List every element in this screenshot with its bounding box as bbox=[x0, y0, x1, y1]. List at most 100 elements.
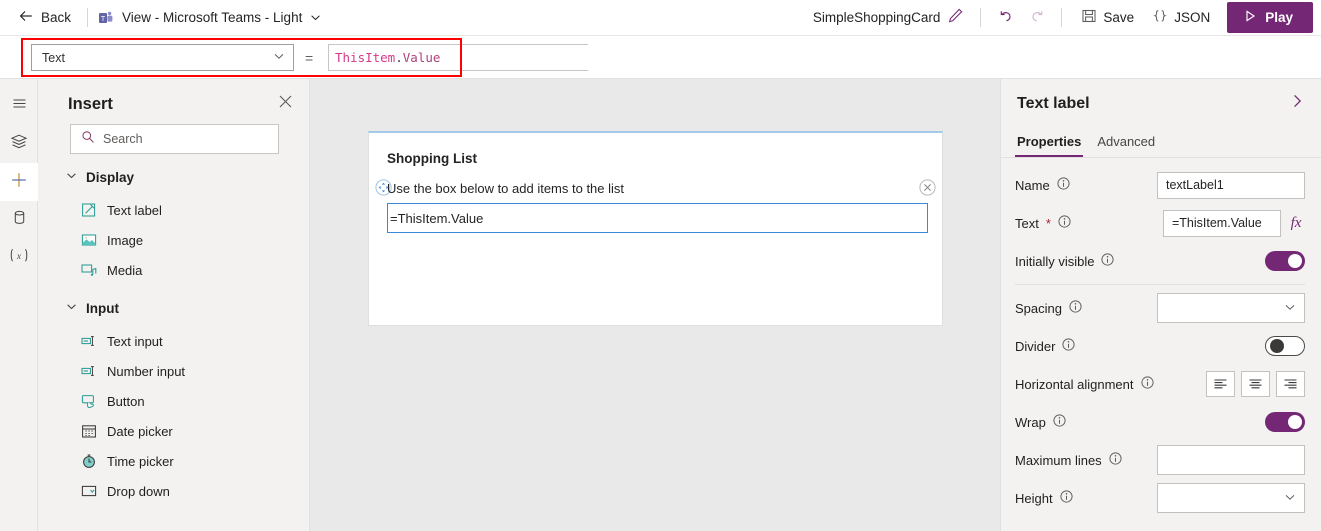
name-field[interactable]: textLabel1 bbox=[1157, 171, 1305, 199]
insert-item-text-label[interactable]: Text label bbox=[38, 195, 309, 225]
app-name: SimpleShoppingCard bbox=[812, 10, 941, 25]
property-row-maximum-lines: Maximum lines bbox=[1001, 441, 1321, 479]
insert-item-button[interactable]: Button bbox=[38, 386, 309, 416]
property-control bbox=[1265, 412, 1305, 432]
chevron-down-icon bbox=[1284, 301, 1296, 316]
close-icon[interactable] bbox=[278, 94, 293, 114]
info-circle-icon[interactable] bbox=[1140, 376, 1154, 392]
text-field[interactable]: =ThisItem.Value bbox=[1163, 209, 1281, 237]
property-label-wrap: Text * bbox=[1015, 215, 1071, 231]
rail-item-variables[interactable]: x bbox=[0, 239, 38, 277]
search-placeholder: Search bbox=[103, 132, 143, 146]
divider-toggle[interactable] bbox=[1265, 336, 1305, 356]
tab-properties[interactable]: Properties bbox=[1015, 130, 1095, 157]
spacing-dropdown[interactable] bbox=[1157, 293, 1305, 323]
property-label: Spacing bbox=[1015, 300, 1062, 316]
initially-visible-toggle[interactable] bbox=[1265, 251, 1305, 271]
rail-item-menu[interactable] bbox=[0, 87, 38, 125]
property-control bbox=[1157, 293, 1305, 323]
insert-item-media[interactable]: Media bbox=[38, 255, 309, 285]
info-circle-icon[interactable] bbox=[1057, 177, 1070, 193]
top-bar-right: SimpleShoppingCard Save JSON Play bbox=[813, 2, 1321, 33]
insert-group-label: Input bbox=[86, 300, 119, 316]
curly-braces-icon bbox=[1152, 8, 1168, 27]
rail-item-data[interactable] bbox=[0, 201, 38, 239]
chevron-down-icon bbox=[66, 168, 77, 186]
redo-button[interactable] bbox=[1021, 3, 1051, 33]
play-button[interactable]: Play bbox=[1227, 2, 1313, 33]
height-dropdown[interactable] bbox=[1157, 483, 1305, 513]
properties-list: Name textLabel1 Text * =ThisItem.Value f… bbox=[1001, 158, 1321, 517]
info-circle-icon[interactable] bbox=[1062, 338, 1076, 354]
insert-item-label: Image bbox=[107, 232, 144, 248]
app-preview-switcher[interactable]: T View - Microsoft Teams - Light bbox=[98, 10, 321, 26]
properties-panel-title: Text label bbox=[1017, 94, 1090, 112]
rename-app-button[interactable] bbox=[940, 3, 970, 33]
property-control bbox=[1265, 251, 1305, 271]
save-button[interactable]: Save bbox=[1072, 3, 1143, 32]
property-label-wrap: Name bbox=[1015, 177, 1070, 193]
json-button[interactable]: JSON bbox=[1143, 3, 1219, 32]
divider bbox=[87, 8, 89, 27]
info-circle-icon[interactable] bbox=[1060, 490, 1073, 506]
app-canvas[interactable]: Shopping List Use the box below to add i… bbox=[310, 79, 1000, 531]
text-label-icon bbox=[81, 202, 97, 218]
properties-panel: Text label Properties Advanced Name text… bbox=[1000, 79, 1321, 531]
wrap-toggle[interactable] bbox=[1265, 412, 1305, 432]
play-label: Play bbox=[1265, 10, 1293, 25]
app-preview-label: View - Microsoft Teams - Light bbox=[122, 10, 303, 25]
insert-item-number-input[interactable]: Number input bbox=[38, 356, 309, 386]
insert-item-image[interactable]: Image bbox=[38, 225, 309, 255]
formula-token-dot: . bbox=[395, 50, 403, 65]
tab-advanced[interactable]: Advanced bbox=[1095, 130, 1169, 157]
formula-token-object: ThisItem bbox=[335, 50, 396, 65]
insert-group-display[interactable]: Display bbox=[38, 154, 309, 195]
insert-item-time-picker[interactable]: Time picker bbox=[38, 446, 309, 476]
property-label-wrap: Divider bbox=[1015, 338, 1076, 354]
align-right-icon[interactable] bbox=[1276, 371, 1305, 397]
maximum-lines-field[interactable] bbox=[1157, 445, 1305, 475]
button-icon bbox=[81, 393, 97, 409]
align-left-icon[interactable] bbox=[1206, 371, 1235, 397]
search-input[interactable]: Search bbox=[70, 124, 279, 154]
insert-item-date-picker[interactable]: Date picker bbox=[38, 416, 309, 446]
insert-item-drop-down[interactable]: Drop down bbox=[38, 476, 309, 506]
toggle-knob bbox=[1288, 254, 1302, 268]
info-circle-icon[interactable] bbox=[1101, 253, 1115, 269]
rail-item-tree-view[interactable] bbox=[0, 125, 38, 163]
text-field-value: =ThisItem.Value bbox=[1172, 216, 1262, 230]
formula-input[interactable]: ThisItem. Value bbox=[328, 44, 588, 71]
redo-icon bbox=[1028, 7, 1045, 29]
variables-icon: x bbox=[8, 247, 30, 269]
screen-card[interactable]: Shopping List Use the box below to add i… bbox=[368, 131, 943, 326]
floppy-disk-icon bbox=[1081, 8, 1097, 27]
card-subtitle: Use the box below to add items to the li… bbox=[387, 181, 625, 196]
plus-icon bbox=[9, 170, 29, 195]
property-label: Wrap bbox=[1015, 414, 1046, 430]
circle-close-icon[interactable] bbox=[919, 179, 936, 196]
insert-panel-title: Insert bbox=[68, 94, 113, 113]
insert-item-text-input[interactable]: Text input bbox=[38, 326, 309, 356]
info-circle-icon[interactable] bbox=[1109, 452, 1122, 468]
back-button[interactable]: Back bbox=[16, 4, 77, 31]
property-row-text: Text * =ThisItem.Value fx bbox=[1001, 204, 1321, 242]
property-dropdown[interactable]: Text bbox=[31, 44, 294, 71]
hamburger-menu-icon bbox=[11, 95, 28, 117]
insert-item-label: Text label bbox=[107, 202, 162, 218]
undo-button[interactable] bbox=[991, 3, 1021, 33]
divider bbox=[980, 8, 982, 27]
info-circle-icon[interactable] bbox=[1058, 215, 1071, 231]
property-control bbox=[1157, 483, 1305, 513]
chevron-down-icon bbox=[1284, 491, 1296, 506]
chevron-right-icon[interactable] bbox=[1289, 93, 1305, 114]
info-circle-icon[interactable] bbox=[1069, 300, 1082, 316]
align-center-icon[interactable] bbox=[1241, 371, 1270, 397]
insert-group-input[interactable]: Input bbox=[38, 285, 309, 326]
property-label: Horizontal alignment bbox=[1015, 376, 1134, 392]
chevron-down-icon bbox=[273, 50, 285, 65]
card-text-label-control[interactable]: =ThisItem.Value bbox=[387, 203, 928, 233]
data-icon bbox=[11, 209, 28, 231]
rail-item-insert[interactable] bbox=[0, 163, 38, 201]
fx-icon[interactable]: fx bbox=[1287, 215, 1305, 232]
info-circle-icon[interactable] bbox=[1053, 414, 1066, 430]
